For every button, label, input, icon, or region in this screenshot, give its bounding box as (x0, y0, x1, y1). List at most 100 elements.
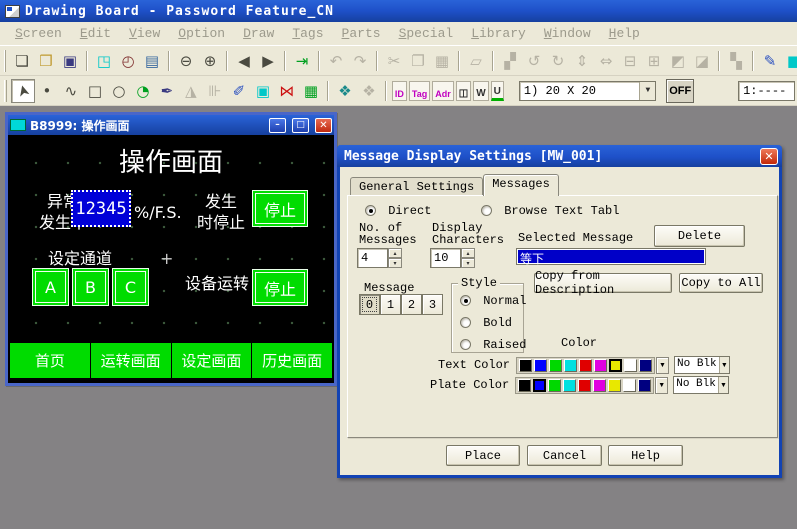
dropdown-arrow-icon[interactable]: ▼ (719, 357, 729, 373)
plate-blink-combo[interactable]: No Blk ▼ (673, 376, 729, 394)
send-back-icon[interactable]: ◪ (690, 49, 714, 73)
menu-view[interactable]: View (120, 23, 169, 44)
spin-up-icon[interactable]: ▴ (461, 248, 475, 258)
open-folder-icon[interactable]: ❒ (34, 49, 58, 73)
tag-display-icon[interactable]: Tag (409, 81, 430, 101)
color-swatch[interactable] (578, 379, 591, 392)
screen-title-text[interactable]: 操作画面 (8, 147, 334, 181)
color-swatch[interactable] (608, 379, 621, 392)
off-toggle-button[interactable]: OFF (666, 79, 694, 103)
spin-up-icon[interactable]: ▴ (388, 248, 402, 258)
redo-icon[interactable]: ↷ (348, 49, 372, 73)
device-run-label[interactable]: 设备运转 (185, 274, 249, 295)
pie-tool-icon[interactable]: ◔ (131, 79, 155, 103)
dropdown-arrow-icon[interactable]: ▼ (639, 82, 655, 100)
next-screen-icon[interactable]: ▶ (256, 49, 280, 73)
message-1-button[interactable]: 1 (380, 294, 401, 315)
exit-door-icon[interactable]: ⇥ (290, 49, 314, 73)
radio-normal-icon[interactable] (460, 295, 471, 306)
more-colors-arrow-icon[interactable]: ▼ (655, 377, 668, 394)
radio-direct[interactable]: Direct (365, 204, 431, 218)
spin-down-icon[interactable]: ▾ (388, 258, 402, 268)
color-swatch[interactable] (518, 379, 531, 392)
color-swatch[interactable] (549, 359, 562, 372)
new-file-icon[interactable]: ❏ (10, 49, 34, 73)
menu-edit[interactable]: Edit (71, 23, 120, 44)
place-button[interactable]: Place (446, 445, 520, 466)
nav-home-button[interactable]: 首页 (10, 343, 90, 378)
polygon-tool-icon[interactable]: ◮ (179, 79, 203, 103)
circle-tool-icon[interactable]: ○ (107, 79, 131, 103)
copy-icon[interactable]: ❐ (406, 49, 430, 73)
copy-from-description-button[interactable]: Copy from Description (534, 273, 672, 293)
maximize-button[interactable]: □ (292, 118, 309, 133)
adr-display-icon[interactable]: Adr (432, 81, 454, 101)
color-swatch[interactable] (564, 359, 577, 372)
menu-option[interactable]: Option (169, 23, 234, 44)
u-display-icon[interactable]: U (491, 81, 504, 101)
spin-down-icon[interactable]: ▾ (461, 258, 475, 268)
nav-setting-screen-button[interactable]: 设定画面 (172, 343, 252, 378)
text-blink-combo[interactable]: No Blk ▼ (674, 356, 730, 374)
display-characters-stepper[interactable]: 10 ▴ ▾ (430, 248, 475, 268)
radio-browse-icon[interactable] (481, 205, 492, 216)
parts-select-icon[interactable]: ▣ (251, 79, 275, 103)
color-swatch[interactable] (624, 359, 637, 372)
stop-lamp-2[interactable]: 停止 (252, 269, 308, 306)
menu-tags[interactable]: Tags (283, 23, 332, 44)
toolbar-grip[interactable] (4, 80, 7, 102)
grid-size-combo[interactable]: 1) 20 X 20 ▼ (519, 81, 657, 101)
channel-set-label[interactable]: 设定通道 (48, 249, 112, 270)
radio-raised-icon[interactable] (460, 339, 471, 350)
message-3-button[interactable]: 3 (422, 294, 443, 315)
nav-history-screen-button[interactable]: 历史画面 (252, 343, 332, 378)
no-of-messages-stepper[interactable]: 4 ▴ ▾ (357, 248, 402, 268)
eraser-icon[interactable]: ▱ (464, 49, 488, 73)
marker-tool-icon[interactable]: ✐ (227, 79, 251, 103)
nav-run-screen-button[interactable]: 运转画面 (91, 343, 171, 378)
toolbar-grip[interactable] (4, 50, 6, 72)
select-pointer-icon[interactable]: ➤ (11, 79, 35, 103)
menu-help[interactable]: Help (600, 23, 649, 44)
save-icon[interactable]: ▣ (58, 49, 82, 73)
cancel-button[interactable]: Cancel (527, 445, 602, 466)
rotate-left-icon[interactable]: ↺ (522, 49, 546, 73)
color-swatch[interactable] (638, 379, 651, 392)
parts-red-icon[interactable]: ⋈ (275, 79, 299, 103)
dialog-titlebar[interactable]: Message Display Settings [MW_001] ✕ (337, 145, 782, 167)
enlarge-icon[interactable]: ⊞ (642, 49, 666, 73)
screen-jump-icon[interactable]: ◳ (92, 49, 116, 73)
shrink-icon[interactable]: ⊟ (618, 49, 642, 73)
color-swatch[interactable] (593, 379, 606, 392)
bw-display-icon[interactable]: ◫ (456, 81, 471, 101)
more-colors-arrow-icon[interactable]: ▼ (656, 357, 669, 374)
screen-select-combo[interactable]: 1:---- (738, 81, 795, 101)
no-of-messages-value[interactable]: 4 (357, 248, 388, 268)
dialog-close-icon[interactable]: ✕ (760, 148, 778, 165)
prev-screen-icon[interactable]: ◀ (232, 49, 256, 73)
menu-special[interactable]: Special (390, 23, 463, 44)
undo-icon[interactable]: ↶ (324, 49, 348, 73)
radio-style-raised[interactable]: Raised (460, 338, 526, 352)
image-parts-icon[interactable]: ▦ (299, 79, 323, 103)
flip-vertical-icon[interactable]: ⇕ (570, 49, 594, 73)
occur-stop-label[interactable]: 发生 时停止 (188, 192, 254, 234)
channel-b-switch[interactable]: B (72, 268, 109, 306)
zoom-out-icon[interactable]: ⊖ (174, 49, 198, 73)
color-swatch[interactable] (579, 359, 592, 372)
child-titlebar[interactable]: B8999: 操作画面 – □ ✕ (8, 115, 334, 135)
align-icon[interactable]: ▞ (498, 49, 522, 73)
zoom-in-icon[interactable]: ⊕ (198, 49, 222, 73)
color-swatch[interactable] (548, 379, 561, 392)
numeric-display-part[interactable]: 12345 (71, 190, 131, 227)
fill-tool-icon[interactable]: ✒ (155, 79, 179, 103)
id-display-icon[interactable]: ID (392, 81, 407, 101)
alarm-clock-icon[interactable]: ◴ (116, 49, 140, 73)
fill-color-icon[interactable]: ■ (782, 49, 797, 73)
channel-c-switch[interactable]: C (112, 268, 149, 306)
selected-message-input[interactable]: 等下 (516, 248, 706, 265)
rotate-right-icon[interactable]: ↻ (546, 49, 570, 73)
pen-icon[interactable]: ✎ (758, 49, 782, 73)
radio-direct-icon[interactable] (365, 205, 376, 216)
color-swatch[interactable] (623, 379, 636, 392)
